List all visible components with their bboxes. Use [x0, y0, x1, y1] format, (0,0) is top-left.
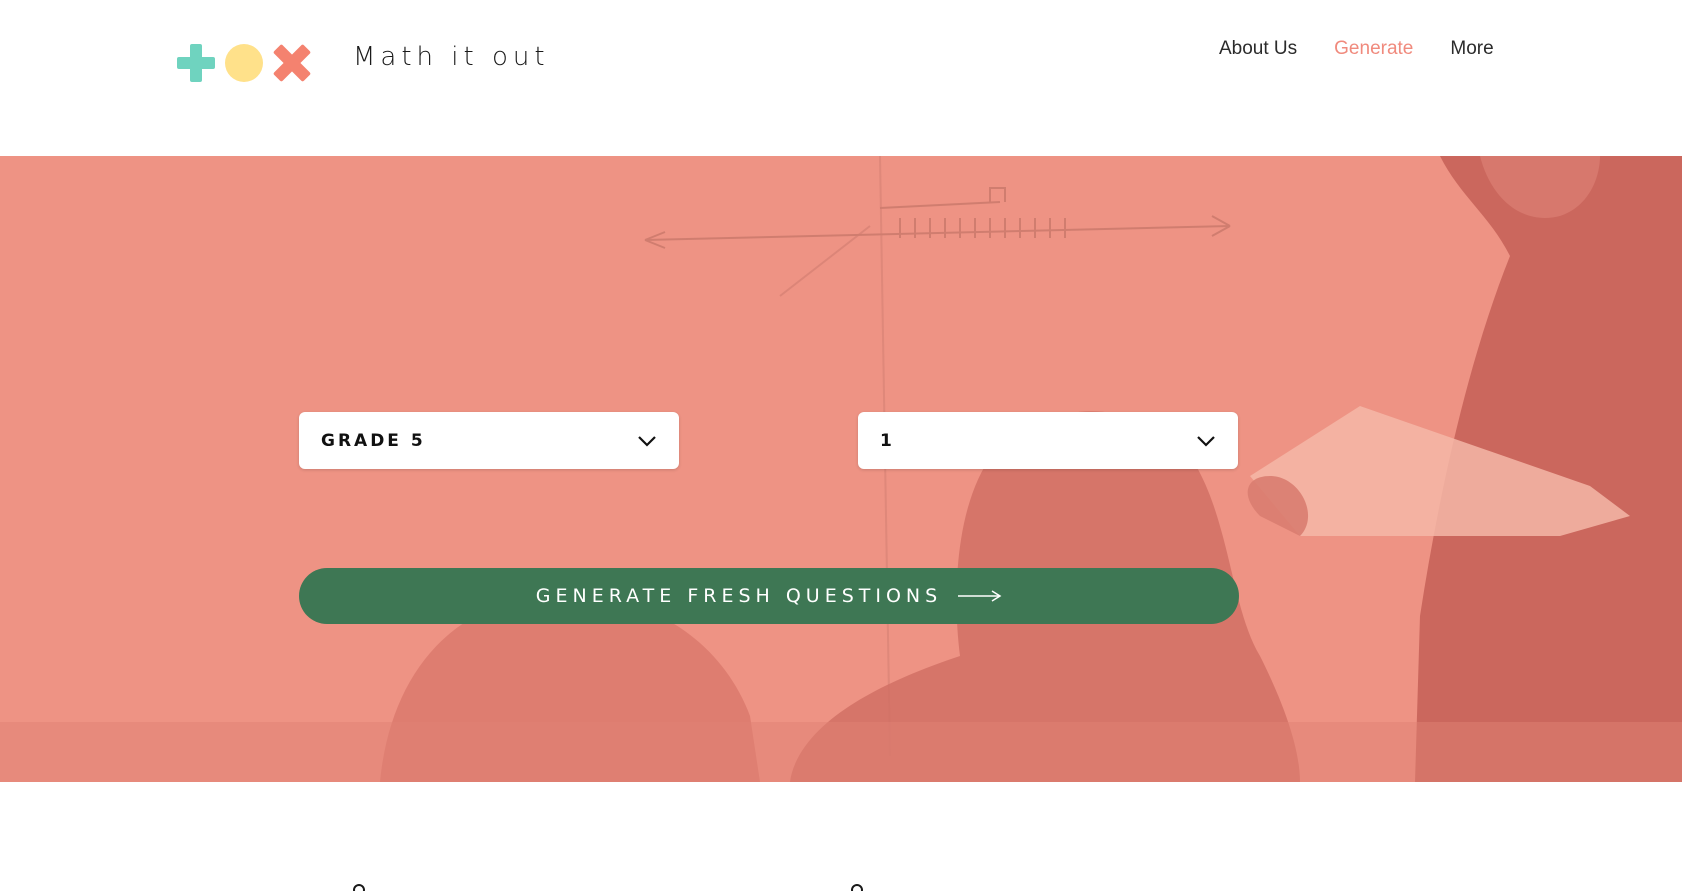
hero-background-image	[0, 156, 1682, 782]
grade-select[interactable]: GRADE 5	[299, 412, 679, 469]
nav-item-generate[interactable]: Generate	[1334, 38, 1413, 60]
section-marker	[851, 884, 863, 891]
main-nav: About Us Generate More	[1219, 38, 1494, 60]
site-header: Math it out About Us Generate More	[0, 0, 1682, 156]
plus-icon	[177, 44, 215, 82]
arrow-right-icon	[958, 590, 1002, 602]
nav-item-more[interactable]: More	[1450, 38, 1493, 60]
question-count-select-value: 1	[880, 430, 895, 451]
times-icon	[273, 44, 311, 82]
chevron-down-icon	[638, 435, 656, 447]
page: Math it out About Us Generate More GRADE…	[0, 0, 1682, 891]
logo[interactable]	[177, 44, 311, 82]
grade-select-value: GRADE 5	[321, 430, 426, 451]
circle-icon	[225, 44, 263, 82]
chevron-down-icon	[1197, 435, 1215, 447]
generate-questions-label: GENERATE FRESH QUESTIONS	[535, 585, 943, 607]
section-marker	[353, 884, 365, 891]
generate-questions-button[interactable]: GENERATE FRESH QUESTIONS	[299, 568, 1239, 624]
question-count-select[interactable]: 1	[858, 412, 1238, 469]
brand-name[interactable]: Math it out	[353, 42, 550, 72]
hero-section: GRADE 5 1 GENERATE FRESH QUESTIONS	[0, 156, 1682, 782]
nav-item-about-us[interactable]: About Us	[1219, 38, 1297, 60]
